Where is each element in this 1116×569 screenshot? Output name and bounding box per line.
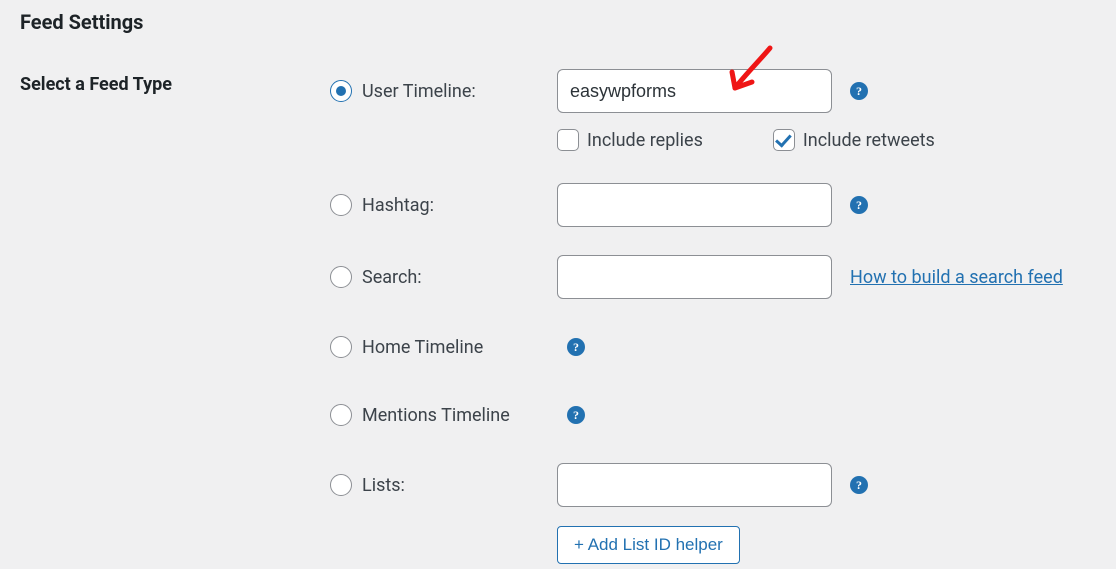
- help-icon[interactable]: ?: [567, 338, 585, 356]
- radio-lists[interactable]: [330, 474, 352, 496]
- hashtag-input[interactable]: [557, 183, 832, 227]
- include-replies-checkbox[interactable]: Include replies: [557, 129, 703, 151]
- radio-mentions-timeline[interactable]: [330, 404, 352, 426]
- radio-label-lists: Lists:: [362, 475, 557, 496]
- help-icon[interactable]: ?: [567, 406, 585, 424]
- user-timeline-input[interactable]: [557, 69, 832, 113]
- radio-label-user-timeline: User Timeline:: [362, 81, 557, 102]
- search-input[interactable]: [557, 255, 832, 299]
- radio-hashtag[interactable]: [330, 194, 352, 216]
- search-howto-link[interactable]: How to build a search feed: [850, 267, 1063, 288]
- radio-label-home-timeline: Home Timeline: [362, 337, 557, 358]
- radio-user-timeline[interactable]: [330, 80, 352, 102]
- help-icon[interactable]: ?: [850, 476, 868, 494]
- radio-label-mentions-timeline: Mentions Timeline: [362, 405, 557, 426]
- include-replies-label: Include replies: [587, 130, 703, 151]
- radio-home-timeline[interactable]: [330, 336, 352, 358]
- radio-label-hashtag: Hashtag:: [362, 195, 557, 216]
- field-label: Select a Feed Type: [20, 74, 172, 95]
- section-title: Feed Settings: [20, 10, 1096, 34]
- help-icon[interactable]: ?: [850, 82, 868, 100]
- radio-search[interactable]: [330, 266, 352, 288]
- help-icon[interactable]: ?: [850, 196, 868, 214]
- lists-input[interactable]: [557, 463, 832, 507]
- radio-label-search: Search:: [362, 267, 557, 288]
- add-list-id-helper-button[interactable]: + Add List ID helper: [557, 526, 740, 564]
- include-retweets-label: Include retweets: [803, 130, 935, 151]
- include-retweets-checkbox[interactable]: Include retweets: [773, 129, 935, 151]
